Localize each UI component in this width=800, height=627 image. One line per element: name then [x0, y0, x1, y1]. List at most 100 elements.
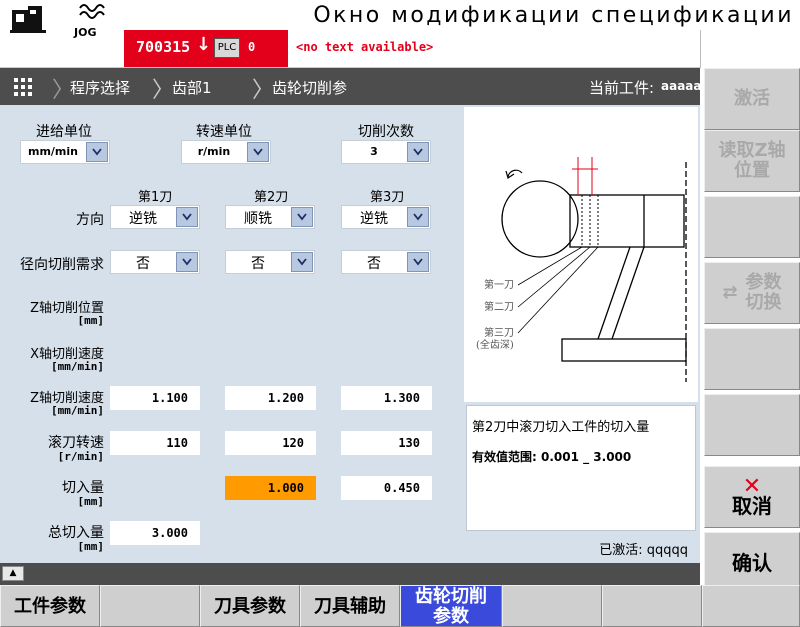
- current-workpiece-label: 当前工件:: [589, 79, 655, 97]
- cut2-direction-select[interactable]: 顺铣: [225, 205, 315, 229]
- workpiece-params-button[interactable]: 工件参数: [0, 585, 100, 627]
- softkey-bottom-empty-7[interactable]: [602, 585, 702, 627]
- cut3-header: 第3刀: [370, 190, 405, 205]
- plc-badge: PLC: [214, 38, 240, 58]
- read-z-label-1: 读取Z轴: [718, 140, 786, 161]
- x-speed-unit: [mm/min]: [51, 360, 104, 373]
- softkey-empty-3[interactable]: [704, 196, 800, 258]
- chevron-right-icon: 〉: [252, 78, 275, 103]
- help-info-box: 第2刀中滚刀切入工件的切入量 有效值范围: 0.001 _ 3.000: [466, 405, 696, 531]
- breadcrumb-program-select[interactable]: 程序选择: [70, 77, 130, 98]
- breadcrumb-divider: 〉: [52, 78, 75, 103]
- chevron-down-icon[interactable]: [176, 207, 198, 227]
- z-speed-unit: [mm/min]: [51, 404, 104, 417]
- total-depth-label: 总切入量: [48, 525, 104, 541]
- softkey-bottom-empty-6[interactable]: [502, 585, 602, 627]
- workpiece-params-label: 工件参数: [14, 596, 86, 617]
- cut2-hob-speed-field[interactable]: 120: [225, 431, 316, 455]
- cut1-z-speed-field[interactable]: 1.100: [110, 386, 200, 410]
- total-depth-unit: [mm]: [77, 540, 105, 553]
- softkey-empty-5[interactable]: [704, 328, 800, 390]
- machine-icon: [10, 4, 50, 34]
- cut3-radial-value: 否: [367, 256, 381, 272]
- diagram-label-full-depth: (全齿深): [476, 338, 514, 351]
- cut1-direction-value: 逆铣: [129, 211, 157, 227]
- hob-speed-unit: [r/min]: [57, 450, 104, 463]
- hob-speed-label: 滚刀转速: [48, 435, 104, 451]
- tool-aux-label: 刀具辅助: [314, 596, 386, 617]
- param-switch-label-2: 切换: [745, 292, 782, 313]
- speed-unit-label: 转速单位: [196, 124, 252, 140]
- gear-cut-diagram: 第一刀 第二刀 第三刀 (全齿深): [464, 107, 698, 402]
- activate-label: 激活: [734, 88, 770, 109]
- jog-label: JOG: [74, 26, 97, 39]
- cut1-hob-speed-field[interactable]: 110: [110, 431, 200, 455]
- gear-cut-params-label-2: 参数: [433, 606, 469, 627]
- read-z-position-button[interactable]: 读取Z轴 位置: [704, 130, 800, 192]
- cut3-direction-value: 逆铣: [360, 211, 388, 227]
- activation-status: 已激活: qqqqq: [466, 533, 696, 561]
- chevron-down-icon[interactable]: [291, 252, 313, 272]
- chevron-down-icon[interactable]: [86, 142, 108, 162]
- radial-label: 径向切削需求: [20, 257, 104, 273]
- breadcrumb: 程序选择 〉 齿部1 〉 齿轮切削参 当前工件: aaaaa: [0, 68, 702, 105]
- cut3-radial-select[interactable]: 否: [341, 250, 431, 274]
- tool-params-label: 刀具参数: [214, 596, 286, 617]
- cut-count-value: 3: [370, 145, 378, 158]
- feed-unit-select[interactable]: mm/min: [20, 140, 110, 164]
- tool-aux-button[interactable]: 刀具辅助: [300, 585, 400, 627]
- z-position-unit: [mm]: [77, 314, 105, 327]
- tool-params-button[interactable]: 刀具参数: [200, 585, 300, 627]
- breadcrumb-gear-cut[interactable]: 齿轮切削参: [272, 77, 347, 98]
- chevron-up-icon[interactable]: ▲: [2, 566, 24, 581]
- chevron-right-icon: 〉: [152, 78, 175, 103]
- alarm-count: 0: [248, 40, 256, 54]
- softkey-bottom-empty-8[interactable]: [702, 585, 800, 627]
- breadcrumb-gear-part[interactable]: 齿部1: [172, 77, 212, 98]
- cut3-depth-field[interactable]: 0.450: [341, 476, 432, 500]
- depth-unit: [mm]: [77, 495, 105, 508]
- help-range: 有效值范围: 0.001 _ 3.000: [472, 450, 632, 464]
- cancel-label: 取消: [732, 494, 772, 518]
- cut2-header: 第2刀: [254, 190, 289, 205]
- diagram-label-cut2: 第二刀: [484, 300, 514, 313]
- chevron-down-icon[interactable]: [407, 252, 429, 272]
- menu-grid-icon[interactable]: [14, 78, 32, 96]
- param-switch-button[interactable]: ⇄ 参数 切换: [704, 262, 800, 324]
- current-workpiece-value: aaaaa: [661, 79, 702, 93]
- total-depth-field: 3.000: [110, 521, 200, 545]
- cut2-radial-value: 否: [251, 256, 265, 272]
- activate-button[interactable]: 激活: [704, 68, 800, 130]
- cut2-direction-value: 顺铣: [244, 211, 272, 227]
- param-switch-label-1: 参数: [745, 272, 782, 293]
- speed-unit-select[interactable]: r/min: [181, 140, 271, 164]
- confirm-label: 确认: [732, 551, 772, 575]
- gear-cut-params-button[interactable]: 齿轮切削 参数: [400, 585, 502, 627]
- cut3-z-speed-field[interactable]: 1.300: [341, 386, 432, 410]
- feed-unit-value: mm/min: [27, 145, 78, 158]
- cut1-header: 第1刀: [138, 190, 173, 205]
- alarm-number: 700315: [136, 38, 191, 56]
- softkey-empty-6[interactable]: [704, 394, 800, 456]
- softkey-bottom-empty-2[interactable]: [100, 585, 200, 627]
- chevron-down-icon[interactable]: [407, 142, 429, 162]
- diagram-label-cut1: 第一刀: [484, 278, 514, 291]
- cut2-depth-field[interactable]: 1.000: [225, 476, 316, 500]
- chevron-down-icon[interactable]: [176, 252, 198, 272]
- chevron-down-icon[interactable]: [407, 207, 429, 227]
- jog-mode-indicator: JOG: [74, 2, 110, 39]
- cut3-direction-select[interactable]: 逆铣: [341, 205, 431, 229]
- cut3-hob-speed-field[interactable]: 130: [341, 431, 432, 455]
- cut-count-select[interactable]: 3: [341, 140, 431, 164]
- feed-unit-label: 进给单位: [36, 124, 92, 140]
- help-title: 第2刀中滚刀切入工件的切入量: [472, 420, 650, 435]
- cut1-radial-select[interactable]: 否: [110, 250, 200, 274]
- cut2-z-speed-field[interactable]: 1.200: [225, 386, 316, 410]
- cancel-button[interactable]: ✕ 取消: [704, 466, 800, 528]
- chevron-down-icon[interactable]: [291, 207, 313, 227]
- bottom-status-strip: [0, 563, 700, 585]
- chevron-down-icon[interactable]: [247, 142, 269, 162]
- cut2-radial-select[interactable]: 否: [225, 250, 315, 274]
- cut1-direction-select[interactable]: 逆铣: [110, 205, 200, 229]
- cut1-radial-value: 否: [136, 256, 150, 272]
